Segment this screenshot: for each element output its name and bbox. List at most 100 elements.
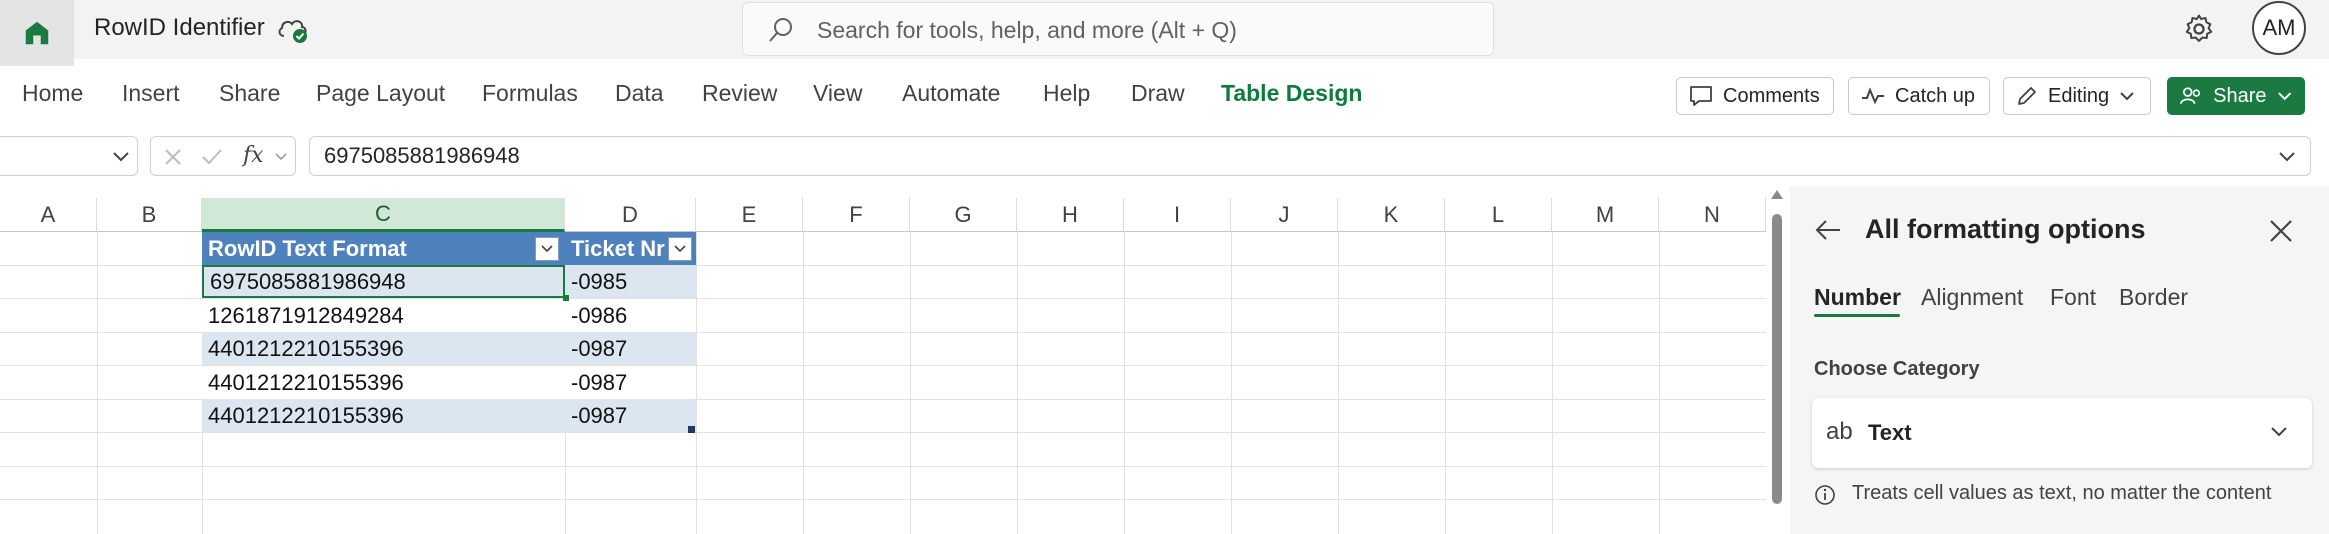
expand-formula-icon[interactable] [2278,151,2296,163]
category-value: Text [1868,420,1912,445]
column-header-n[interactable]: N [1659,198,1766,232]
chevron-down-icon [2277,92,2291,101]
column-header-h[interactable]: H [1017,198,1124,232]
table-cell[interactable]: 4401212210155396 [202,332,565,365]
tab-table-design[interactable]: Table Design [1221,80,1362,107]
catch-up-label: Catch up [1895,84,1976,107]
scrollbar-thumb[interactable] [1772,214,1782,504]
search-icon [769,18,792,42]
chevron-down-icon [2271,427,2287,437]
category-dropdown[interactable]: ab Text [1812,398,2312,468]
cancel-icon[interactable] [163,147,183,167]
panel-title: All formatting options [1865,214,2146,244]
comments-button[interactable]: Comments [1676,77,1834,115]
gridline [1338,232,1339,534]
chevron-down-icon[interactable] [275,153,287,161]
formula-controls: fx [150,136,296,176]
checkmark-icon[interactable] [201,147,223,167]
column-header-k[interactable]: K [1338,198,1445,232]
gridline [1124,232,1125,534]
column-header-m[interactable]: M [1552,198,1659,232]
column-header-i[interactable]: I [1124,198,1231,232]
column-header-d[interactable]: D [565,198,696,232]
tab-home[interactable]: Home [22,80,83,107]
table-header-rowid[interactable]: RowID Text Format [202,232,565,265]
tab-formulas[interactable]: Formulas [482,80,578,107]
formula-input[interactable]: 6975085881986948 [309,136,2311,176]
tab-review[interactable]: Review [702,80,777,107]
insert-function-icon[interactable]: fx [243,143,264,168]
share-label: Share [2213,84,2267,107]
gridline [0,432,1766,433]
tab-font[interactable]: Font [2050,284,2096,311]
people-icon [2180,87,2201,104]
gridline [1659,232,1660,534]
tab-number[interactable]: Number [1814,284,1901,311]
column-header-f[interactable]: F [803,198,910,232]
table-cell[interactable]: -0987 [565,366,696,399]
search-placeholder: Search for tools, help, and more (Alt + … [817,17,1237,43]
column-header-l[interactable]: L [1445,198,1552,232]
column-header-j[interactable]: J [1231,198,1338,232]
home-button[interactable] [0,0,74,66]
tab-automate[interactable]: Automate [902,80,1000,107]
avatar[interactable]: AM [2252,1,2306,55]
tab-draw[interactable]: Draw [1131,80,1185,107]
catch-up-button[interactable]: Catch up [1848,77,1990,115]
activity-icon [1862,87,1884,105]
tab-share[interactable]: Share [219,80,280,107]
scroll-up-icon[interactable] [1770,188,1784,200]
tab-help[interactable]: Help [1043,80,1090,107]
category-description: Treats cell values as text, no matter th… [1852,482,2272,504]
back-arrow-icon[interactable] [1814,218,1842,242]
chevron-down-icon [541,245,553,253]
column-header-a[interactable]: A [0,198,97,232]
active-tab-indicator [1814,314,1900,317]
vertical-scrollbar[interactable] [1766,186,1788,534]
tab-insert[interactable]: Insert [122,80,180,107]
home-icon [25,21,49,45]
chevron-down-icon [2120,92,2134,101]
editing-mode-button[interactable]: Editing [2003,77,2151,115]
search-box[interactable]: Search for tools, help, and more (Alt + … [742,2,1494,56]
active-cell[interactable]: 6975085881986948 [202,265,565,298]
column-header-b[interactable]: B [97,198,202,232]
tab-view[interactable]: View [813,80,862,107]
title-bar: RowID Identifier Search for tools, help,… [0,0,2329,66]
gear-icon[interactable] [2182,12,2216,46]
info-icon [1815,485,1835,505]
tab-alignment[interactable]: Alignment [1921,284,2023,311]
column-header-c[interactable]: C [202,198,565,232]
table-header-label: Ticket Nr [571,235,665,261]
table-cell[interactable]: -0986 [565,299,696,332]
text-format-icon: ab [1826,418,1853,445]
tab-page-layout[interactable]: Page Layout [316,80,445,107]
tab-border[interactable]: Border [2119,284,2188,311]
column-header-e[interactable]: E [696,198,803,232]
column-header-g[interactable]: G [910,198,1017,232]
tab-data[interactable]: Data [615,80,664,107]
cloud-saved-icon[interactable] [276,14,310,44]
gridline [97,232,98,534]
spreadsheet-grid[interactable]: A B C D E F G H I J K L M N RowID Text F… [0,198,1766,534]
table-cell[interactable]: -0987 [565,399,696,432]
filter-dropdown-button[interactable] [535,237,559,261]
fill-handle[interactable] [563,295,569,301]
gridline [1017,232,1018,534]
gridline [1231,232,1232,534]
table-cell[interactable]: -0987 [565,332,696,365]
chevron-down-icon[interactable] [112,151,130,163]
table-cell[interactable]: 4401212210155396 [202,399,565,432]
table-cell[interactable]: -0985 [565,265,696,298]
table-cell[interactable]: 4401212210155396 [202,366,565,399]
table-cell[interactable]: 1261871912849284 [202,299,565,332]
name-box[interactable] [0,136,138,176]
formatting-panel: All formatting options Number Alignment … [1790,186,2329,534]
close-icon[interactable] [2268,218,2294,244]
gridline [0,466,1766,467]
document-title[interactable]: RowID Identifier [94,14,265,42]
comment-icon [1690,86,1712,106]
table-resize-handle[interactable] [688,426,695,433]
filter-dropdown-button[interactable] [668,237,692,261]
share-button[interactable]: Share [2167,77,2305,115]
